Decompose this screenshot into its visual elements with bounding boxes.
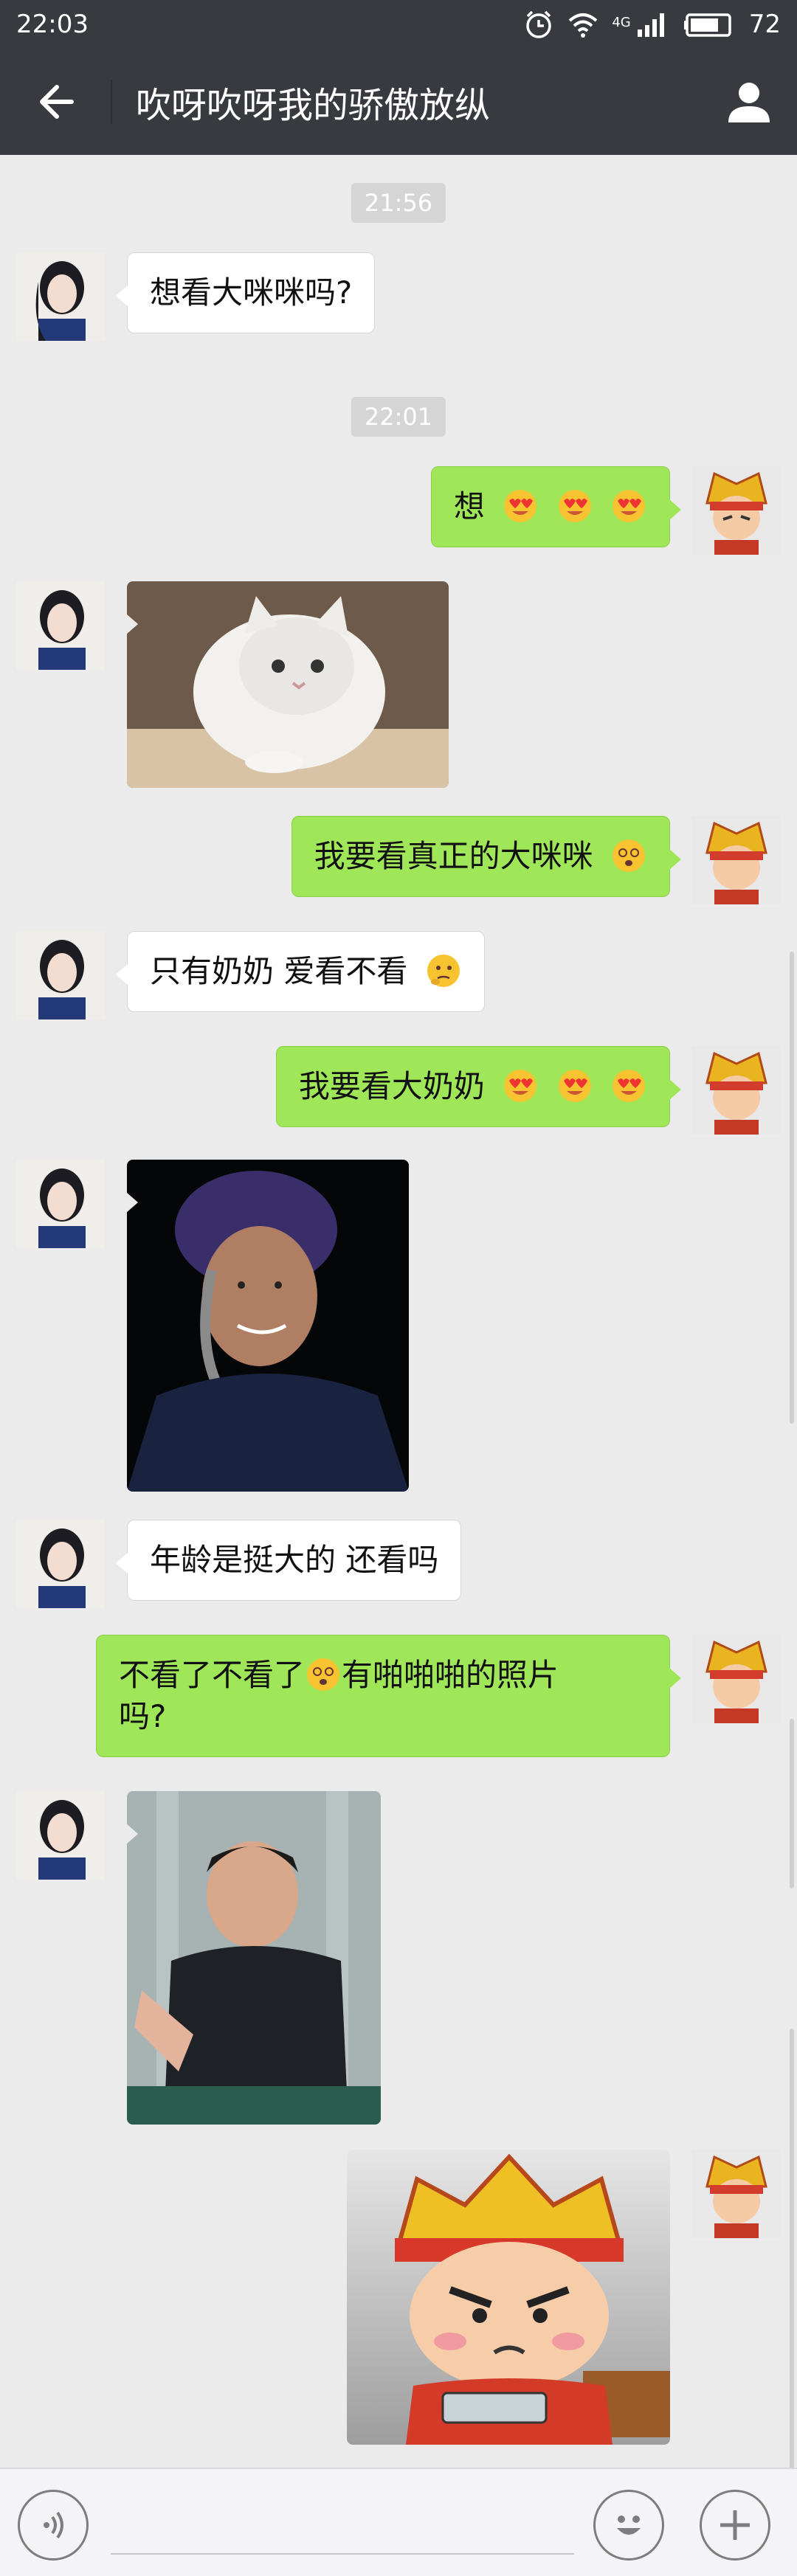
outgoing-message[interactable]: 想 [430, 466, 682, 547]
angry-cartoon-sticker [347, 2150, 670, 2445]
message-text: 有啪啪啪的照片 [342, 1657, 559, 1693]
message-text: 吗? [119, 1698, 167, 1734]
heart-eyes-emoji-icon [558, 490, 591, 522]
message-text: 只有奶奶 爱看不看 [150, 953, 408, 989]
man-clapping-photo [127, 1791, 381, 2125]
avatar-girl-image [16, 581, 105, 670]
contact-avatar[interactable] [16, 581, 105, 670]
battery-icon [683, 13, 731, 37]
contact-avatar[interactable] [16, 1520, 105, 1608]
back-button[interactable] [0, 49, 111, 155]
avatar-girl-image [16, 1520, 105, 1608]
sticker-message[interactable] [347, 2150, 670, 2445]
heart-eyes-emoji-icon [613, 490, 645, 522]
chat-area[interactable]: 21:56 想看大咪咪吗? 22:01 想 我要看真正的大咪咪 只有奶奶 爱看不… [0, 155, 797, 2576]
heart-eyes-emoji-icon [613, 1070, 645, 1102]
chat-title: 吹呀吹呀我的骄傲放纵 [136, 85, 491, 126]
avatar-girl-image [16, 931, 105, 1019]
voice-button[interactable] [18, 2490, 89, 2561]
voice-icon [44, 2511, 63, 2539]
heart-eyes-emoji-icon [504, 490, 537, 522]
avatar-cartoon-image [692, 1046, 781, 1135]
outgoing-message[interactable]: 我要看大奶奶 [275, 1046, 682, 1127]
avatar-cartoon-image [692, 816, 781, 904]
incoming-message[interactable]: 年龄是挺大的 还看吗 [115, 1520, 462, 1601]
avatar-girl-image [16, 1791, 105, 1880]
grandma-photo [127, 1160, 409, 1492]
wifi-icon [569, 13, 598, 38]
scrollbar[interactable] [790, 1719, 794, 1888]
message-text: 想看大咪咪吗? [150, 274, 353, 311]
my-avatar[interactable] [692, 466, 781, 555]
status-bar: 22:03 4G 72 [0, 0, 797, 49]
incoming-message[interactable]: 想看大咪咪吗? [115, 252, 376, 333]
heart-eyes-emoji-icon [504, 1070, 537, 1102]
status-icons: 4G 72 [523, 9, 781, 40]
emoji-button[interactable] [593, 2490, 664, 2561]
image-message[interactable] [127, 1160, 409, 1492]
heart-eyes-emoji-icon [558, 1070, 591, 1102]
battery-level: 72 [748, 10, 781, 39]
message-text: 我要看大奶奶 [298, 1068, 485, 1104]
network-type: 4G [612, 15, 631, 30]
incoming-message[interactable]: 只有奶奶 爱看不看 [116, 931, 485, 1012]
timestamp: 22:01 [351, 397, 446, 437]
contact-avatar[interactable] [16, 931, 105, 1019]
my-avatar[interactable] [692, 1635, 781, 1723]
dizzy-face-emoji-icon [613, 839, 645, 872]
back-arrow-icon [40, 85, 74, 119]
message-text: 不看了不看了 [119, 1657, 306, 1693]
emoji-icon [617, 2516, 641, 2535]
my-avatar[interactable] [692, 2150, 781, 2238]
outgoing-message[interactable]: 不看了不看了 有啪啪啪的照片 吗? [96, 1635, 681, 1757]
timestamp: 21:56 [351, 183, 446, 223]
avatar-cartoon-image [692, 466, 781, 555]
more-button[interactable] [700, 2490, 770, 2561]
status-time: 22:03 [16, 10, 89, 39]
avatar-cartoon-image [692, 1635, 781, 1723]
title-bar: 吹呀吹呀我的骄傲放纵 [0, 49, 797, 155]
dizzy-face-emoji-icon [307, 1658, 340, 1691]
my-avatar[interactable] [692, 1046, 781, 1135]
message-text: 想 [453, 488, 485, 524]
signal-icon [637, 13, 664, 37]
contact-avatar[interactable] [16, 1160, 105, 1248]
scrollbar[interactable] [790, 952, 794, 1424]
avatar-girl-image [16, 1160, 105, 1248]
top-bar: 22:03 4G 72 吹呀吹呀我的骄傲放纵 [0, 0, 797, 155]
contact-avatar[interactable] [16, 1791, 105, 1880]
avatar-cartoon-image [692, 2150, 781, 2238]
message-text: 我要看真正的大咪咪 [314, 838, 593, 874]
message-input[interactable] [111, 2513, 574, 2555]
thinking-face-emoji-icon [427, 955, 460, 987]
alarm-icon [526, 10, 552, 38]
image-message[interactable] [127, 581, 449, 788]
avatar-girl-image [16, 252, 105, 341]
chat-info-button[interactable] [701, 49, 797, 155]
outgoing-message[interactable]: 我要看真正的大咪咪 [291, 816, 682, 897]
plus-icon [720, 2510, 750, 2540]
contact-avatar[interactable] [16, 252, 105, 341]
image-message[interactable] [127, 1791, 381, 2125]
my-avatar[interactable] [692, 816, 781, 904]
input-bar [0, 2468, 797, 2576]
kitten-photo [127, 581, 449, 788]
person-icon [728, 83, 770, 122]
message-text: 年龄是挺大的 还看吗 [150, 1542, 439, 1578]
